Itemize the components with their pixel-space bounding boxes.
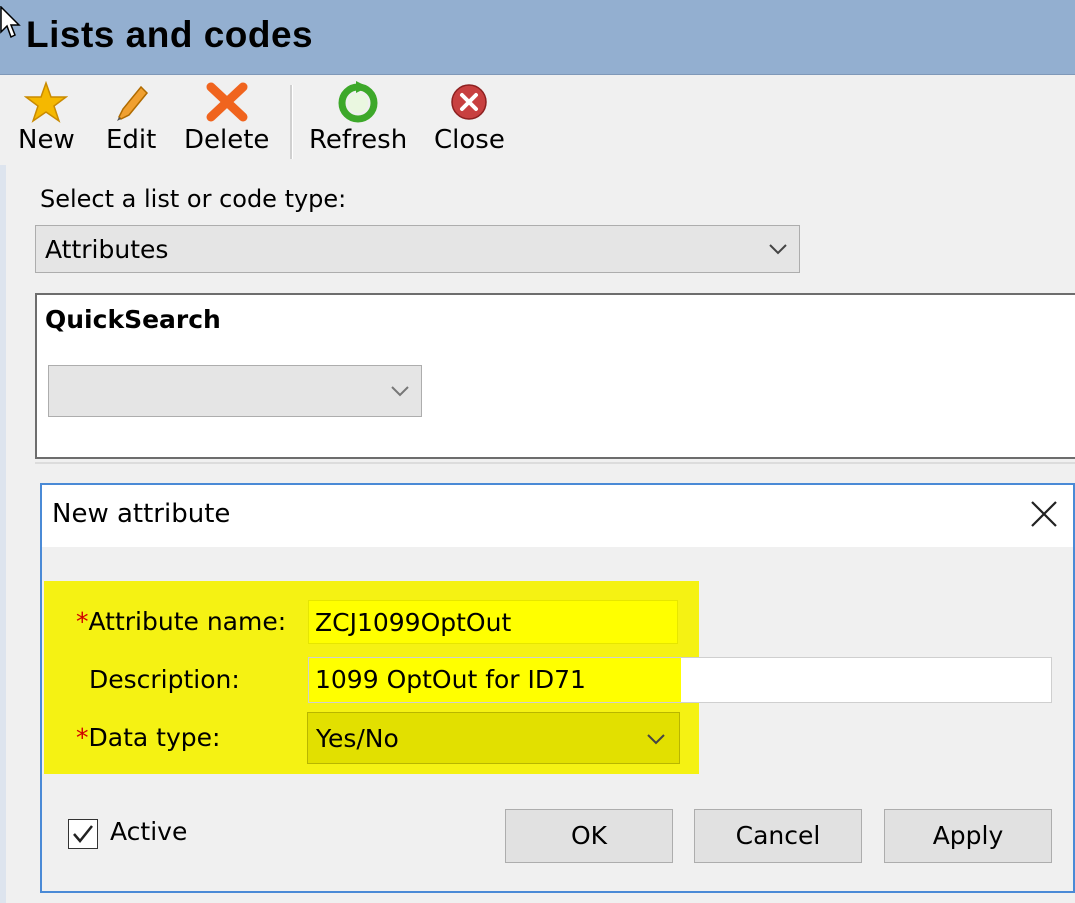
description-input[interactable]: 1099 OptOut for ID71	[308, 657, 1052, 703]
window-left-edge	[0, 74, 6, 903]
divider	[35, 462, 1075, 464]
pencil-icon	[117, 85, 149, 121]
attribute-name-value: ZCJ1099OptOut	[315, 608, 512, 637]
list-type-label: Select a list or code type:	[40, 185, 347, 213]
list-type-value: Attributes	[45, 235, 169, 264]
active-label: Active	[110, 817, 188, 846]
data-type-label: *Data type:	[76, 723, 220, 752]
dialog-title: New attribute	[52, 499, 231, 529]
apply-button[interactable]: Apply	[884, 809, 1052, 863]
list-type-dropdown[interactable]: Attributes	[35, 225, 800, 273]
page-title: Lists and codes	[26, 14, 314, 55]
delete-button[interactable]: Delete	[184, 81, 269, 155]
attribute-name-input[interactable]: ZCJ1099OptOut	[308, 600, 678, 644]
data-type-value: Yes/No	[316, 724, 399, 753]
description-value: 1099 OptOut for ID71	[315, 665, 586, 694]
cancel-button[interactable]: Cancel	[694, 809, 862, 863]
attribute-name-label: *Attribute name:	[76, 607, 286, 636]
bottom-strip	[40, 893, 1075, 903]
refresh-label: Refresh	[309, 125, 408, 155]
star-icon	[24, 81, 69, 123]
required-marker: *	[76, 723, 89, 752]
data-type-label-text: Data type:	[88, 723, 221, 752]
edit-label: Edit	[106, 125, 157, 155]
close-circle-icon	[451, 84, 488, 120]
data-type-dropdown[interactable]: Yes/No	[307, 712, 680, 764]
new-label: New	[18, 125, 75, 155]
attribute-name-label-text: Attribute name:	[88, 607, 287, 636]
checkmark-icon	[73, 825, 93, 843]
quicksearch-title: QuickSearch	[45, 305, 221, 334]
close-label: Close	[434, 125, 505, 155]
required-marker: *	[76, 607, 89, 636]
quicksearch-panel: QuickSearch	[35, 293, 1075, 459]
close-icon[interactable]	[1029, 499, 1059, 529]
chevron-down-icon	[769, 244, 787, 255]
edit-button[interactable]: Edit	[106, 81, 156, 155]
refresh-button[interactable]: Refresh	[309, 81, 407, 155]
delete-label: Delete	[184, 125, 270, 155]
quicksearch-dropdown[interactable]	[48, 365, 422, 417]
chevron-down-icon	[647, 734, 665, 745]
new-button[interactable]: New	[18, 81, 75, 155]
new-attribute-dialog: New attribute *Attribute name: ZCJ1099Op…	[40, 483, 1075, 893]
chevron-down-icon	[391, 386, 409, 397]
mouse-cursor-icon	[0, 6, 21, 39]
ok-button[interactable]: OK	[505, 809, 673, 863]
toolbar: New Edit Delete Refresh Close	[0, 75, 1075, 165]
close-button[interactable]: Close	[434, 81, 505, 155]
delete-x-icon	[206, 82, 248, 122]
toolbar-separator	[290, 85, 293, 159]
refresh-icon	[338, 81, 378, 123]
description-label: Description:	[89, 665, 240, 694]
dialog-header: New attribute	[42, 485, 1073, 547]
active-checkbox[interactable]	[68, 819, 98, 849]
title-bar: Lists and codes	[0, 0, 1075, 75]
